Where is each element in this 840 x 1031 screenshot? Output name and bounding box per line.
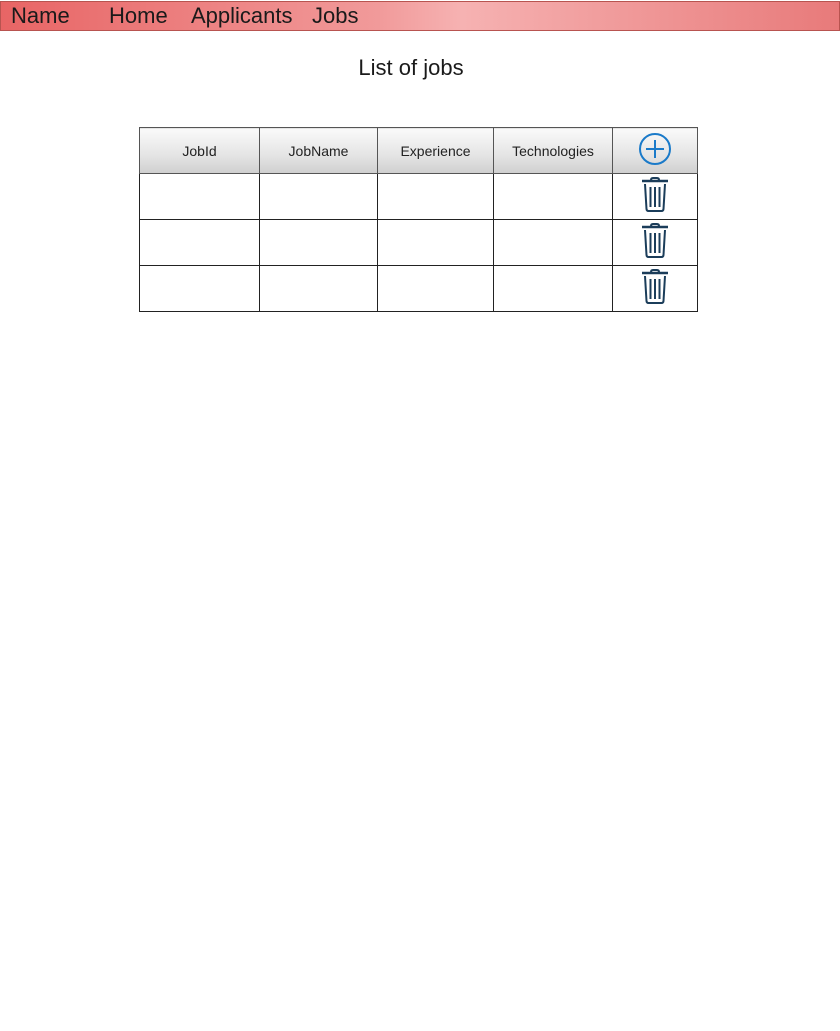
trash-icon: [642, 269, 668, 304]
delete-row-button[interactable]: [640, 222, 670, 258]
table-row: [139, 173, 698, 220]
trash-icon: [642, 223, 668, 258]
nav-link-jobs[interactable]: Jobs: [312, 4, 358, 28]
table-row: [139, 219, 698, 266]
top-navbar: Name Home Applicants Jobs: [0, 1, 840, 31]
delete-cell: [612, 219, 698, 266]
cell-jobid: [139, 173, 260, 220]
cell-jobname: [259, 173, 378, 220]
table-header-row: JobId JobName Experience Technologies: [139, 127, 698, 174]
cell-technologies: [493, 265, 613, 312]
delete-row-button[interactable]: [640, 268, 670, 304]
cell-experience: [377, 219, 494, 266]
add-job-cell: [612, 127, 698, 174]
nav-link-applicants[interactable]: Applicants: [191, 4, 293, 28]
trash-icon: [642, 177, 668, 212]
column-header-jobname: JobName: [259, 127, 378, 174]
cell-jobname: [259, 219, 378, 266]
cell-experience: [377, 173, 494, 220]
cell-technologies: [493, 219, 613, 266]
cell-experience: [377, 265, 494, 312]
add-job-button[interactable]: [638, 132, 672, 166]
plus-circle-icon: [639, 133, 671, 165]
delete-cell: [612, 173, 698, 220]
cell-jobid: [139, 265, 260, 312]
column-header-technologies: Technologies: [493, 127, 613, 174]
nav-brand[interactable]: Name: [11, 4, 70, 28]
delete-cell: [612, 265, 698, 312]
cell-jobid: [139, 219, 260, 266]
cell-jobname: [259, 265, 378, 312]
column-header-experience: Experience: [377, 127, 494, 174]
nav-link-home[interactable]: Home: [109, 4, 168, 28]
table-row: [139, 265, 698, 312]
cell-technologies: [493, 173, 613, 220]
page-title: List of jobs: [358, 55, 464, 80]
jobs-table: JobId JobName Experience Technologies: [139, 127, 698, 312]
delete-row-button[interactable]: [640, 176, 670, 212]
column-header-jobid: JobId: [139, 127, 260, 174]
